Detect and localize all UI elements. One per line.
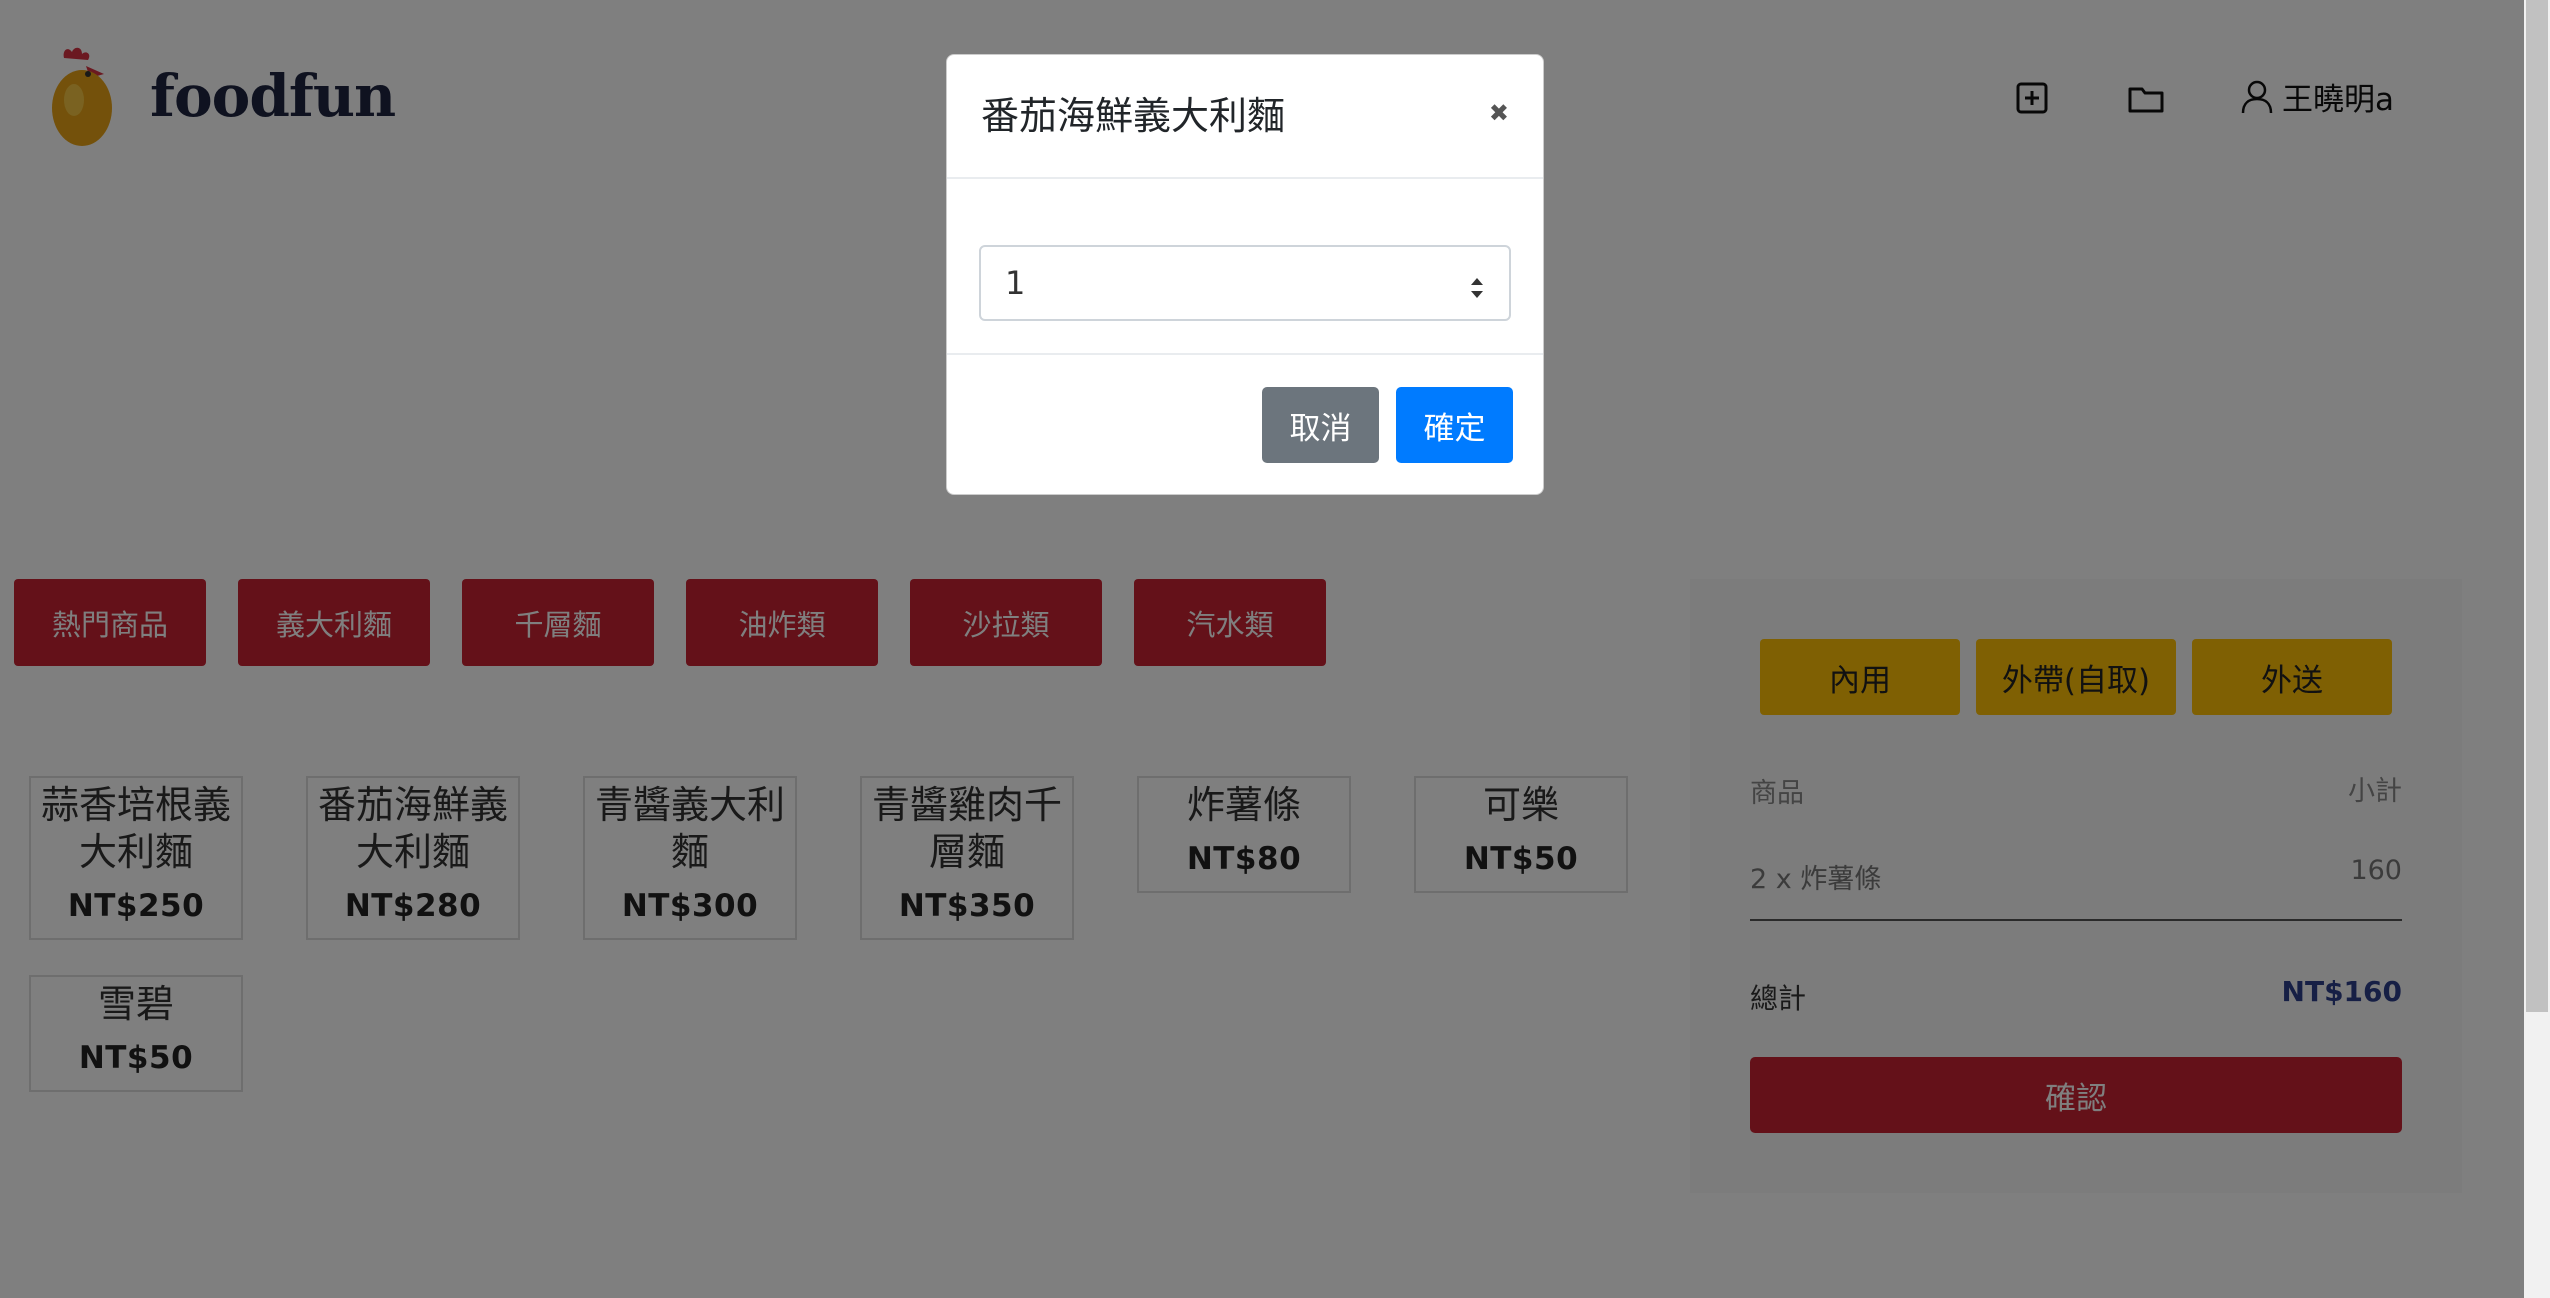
page: foodfun 王曉明a 熱門商品 義大利麵 千層麵 油炸類 沙拉類 汽水類 蒜… <box>0 0 2550 1298</box>
quantity-modal: 番茄海鮮義大利麵 ✖ 1 取消 確定 <box>946 54 1544 495</box>
cancel-button[interactable]: 取消 <box>1262 387 1379 463</box>
quantity-value: 1 <box>1005 264 1026 302</box>
select-arrows-icon <box>1469 271 1485 309</box>
modal-title: 番茄海鮮義大利麵 <box>981 94 1286 138</box>
scrollbar[interactable] <box>2524 0 2550 1298</box>
modal-header: 番茄海鮮義大利麵 ✖ <box>947 55 1543 179</box>
ok-button[interactable]: 確定 <box>1396 387 1513 463</box>
scrollbar-thumb[interactable] <box>2526 0 2548 1012</box>
quantity-select[interactable]: 1 <box>979 245 1511 321</box>
modal-footer-divider <box>947 353 1543 355</box>
close-icon[interactable]: ✖ <box>1489 99 1509 127</box>
